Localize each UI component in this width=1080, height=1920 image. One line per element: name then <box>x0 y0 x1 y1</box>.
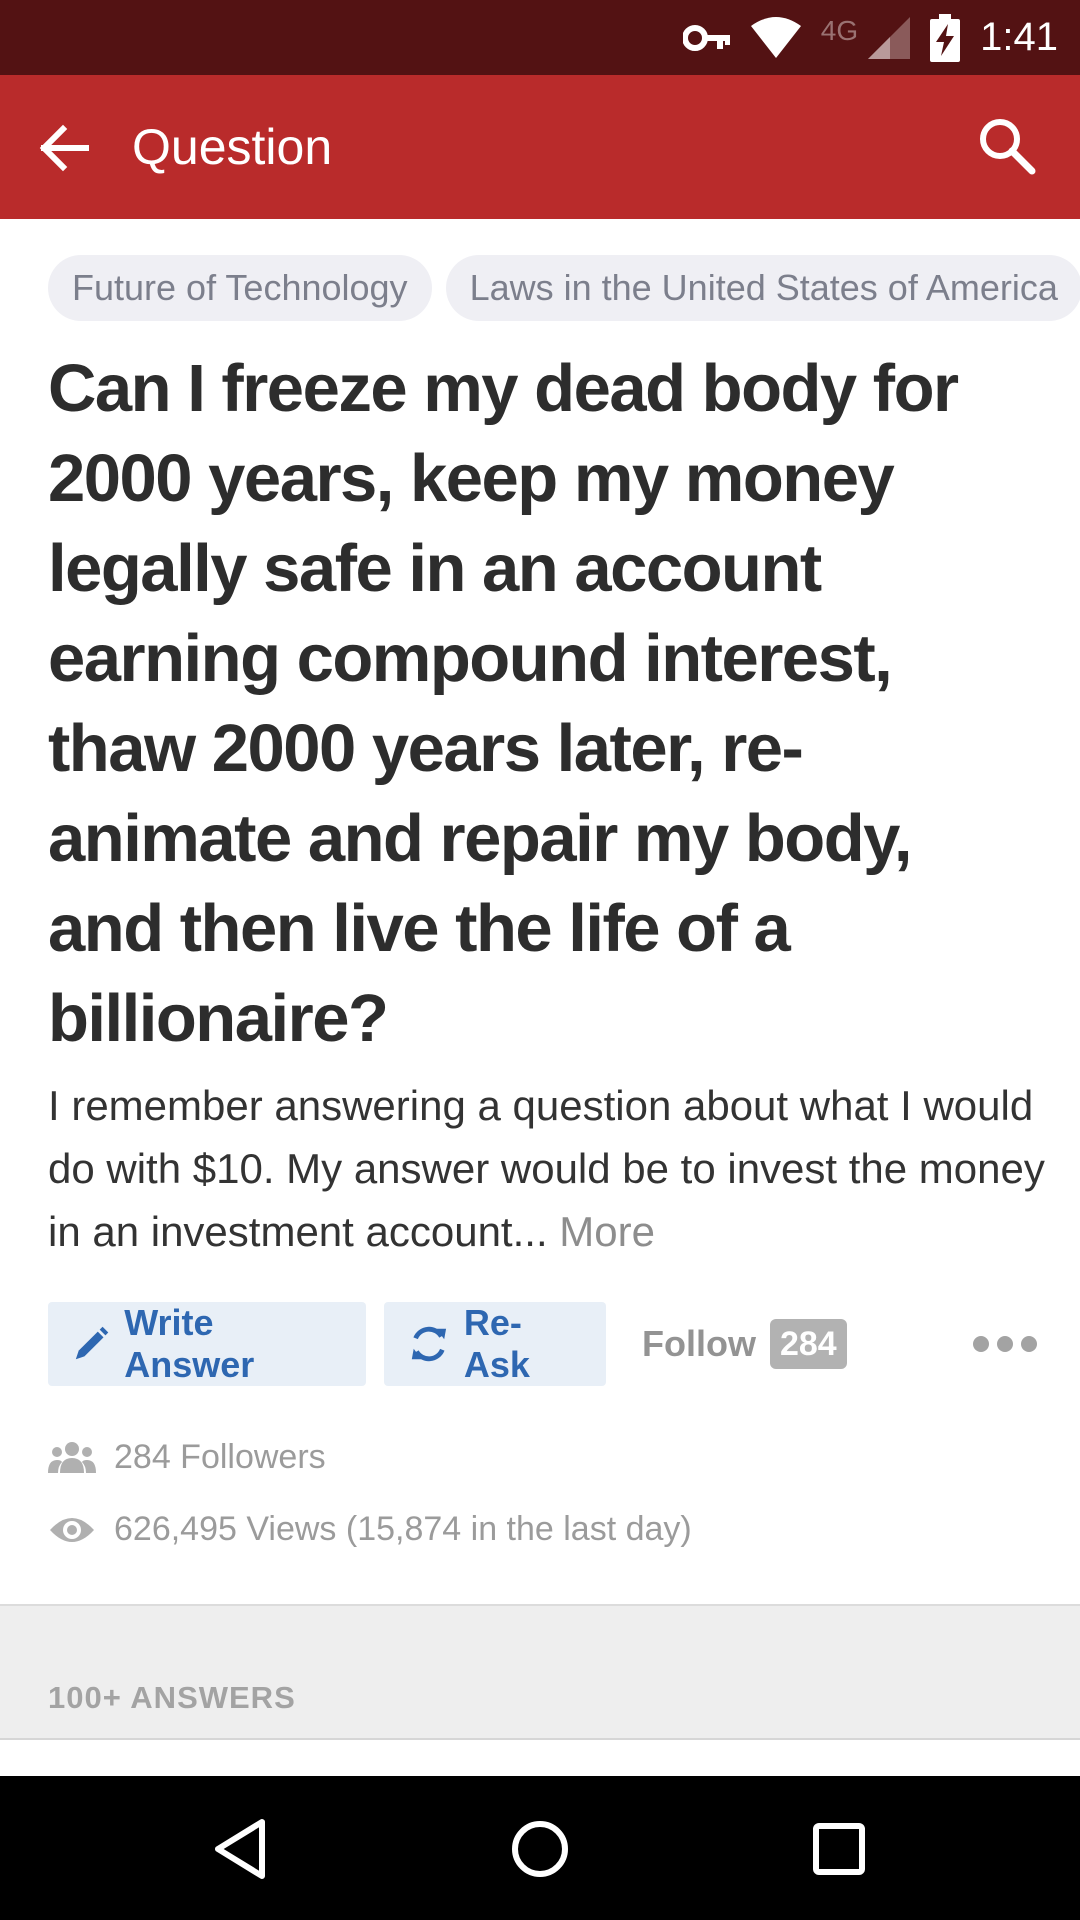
write-answer-label: Write Answer <box>124 1302 255 1385</box>
more-horizontal-icon <box>973 1336 1037 1352</box>
back-button[interactable] <box>38 121 92 175</box>
wifi-icon <box>749 16 803 60</box>
question-title: Can I freeze my dead body for 2000 years… <box>48 351 959 1056</box>
topic-chip[interactable]: Laws in the United States of America <box>445 255 1080 321</box>
nav-back-button[interactable] <box>206 1814 276 1884</box>
answers-header: 100+ ANSWERS <box>0 1606 1080 1738</box>
topic-chip[interactable]: Future of Technology <box>48 255 432 321</box>
search-icon <box>980 119 1036 175</box>
navigation-bar <box>0 1776 1080 1920</box>
eye-icon <box>50 1517 94 1542</box>
status-bar: 4G 1:41 <box>0 0 1080 75</box>
more-options-button[interactable] <box>972 1330 1038 1358</box>
followers-count: 284 Followers <box>114 1438 326 1476</box>
question-actions: Write Answer Re-Ask Follow 284 <box>48 1302 1038 1386</box>
nav-home-button[interactable] <box>505 1814 575 1884</box>
write-answer-button[interactable]: Write Answer <box>48 1302 366 1386</box>
divider <box>0 1738 1080 1740</box>
back-triangle-icon <box>215 1819 265 1879</box>
follow-label: Follow <box>642 1323 756 1364</box>
nav-recents-button[interactable] <box>804 1814 874 1884</box>
re-ask-button[interactable]: Re-Ask <box>384 1302 606 1386</box>
pencil-icon <box>75 1326 109 1360</box>
cell-signal-icon <box>866 15 912 61</box>
followers-stat: 284 Followers <box>48 1438 326 1477</box>
re-ask-label: Re-Ask <box>463 1302 530 1385</box>
follow-count-badge: 284 <box>769 1319 847 1369</box>
question-details: I remember answering a question about wh… <box>48 1074 1048 1263</box>
more-link[interactable]: More <box>559 1208 655 1255</box>
page-title: Question <box>132 119 333 175</box>
clock: 1:41 <box>980 15 1058 59</box>
people-icon <box>48 1441 96 1473</box>
search-button[interactable] <box>976 115 1038 177</box>
refresh-icon <box>411 1326 447 1362</box>
answers-count-label: 100+ ANSWERS <box>48 1680 296 1715</box>
follow-button[interactable]: Follow 284 <box>642 1302 847 1386</box>
arrow-back-icon <box>39 124 89 172</box>
topic-list: Future of Technology Laws in the United … <box>48 255 1080 321</box>
views-stat: 626,495 Views (15,874 in the last day) <box>48 1510 692 1549</box>
vpn-key-icon <box>682 23 731 53</box>
network-type: 4G <box>820 14 859 46</box>
home-circle-icon <box>512 1821 568 1877</box>
battery-charging-icon <box>930 13 961 62</box>
views-count: 626,495 Views (15,874 in the last day) <box>114 1510 692 1548</box>
recents-square-icon <box>813 1823 865 1875</box>
question-body-text: I remember answering a question about wh… <box>48 1082 1045 1255</box>
app-bar: Question <box>0 75 1080 219</box>
